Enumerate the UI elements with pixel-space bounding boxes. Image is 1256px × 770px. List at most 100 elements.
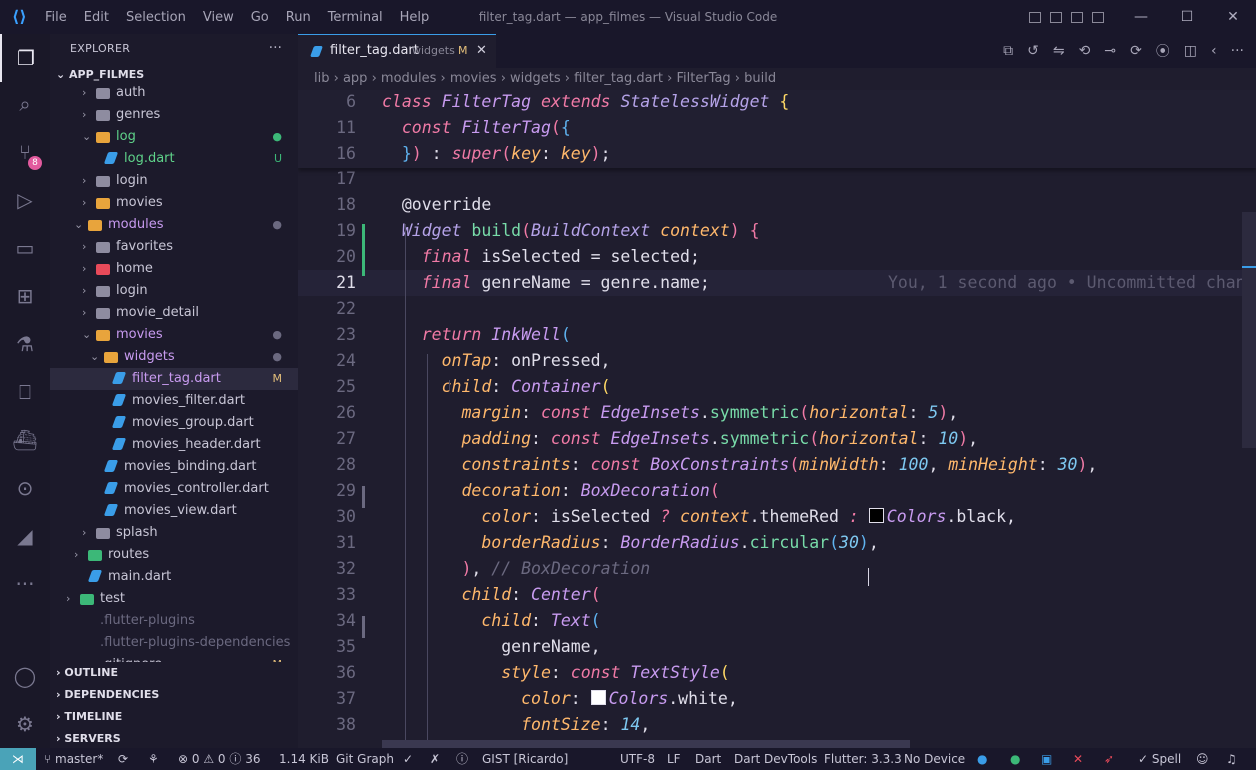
- tree-folder[interactable]: › home: [50, 258, 298, 280]
- tree-folder[interactable]: ⌄ modules ●: [50, 214, 298, 236]
- tree-file[interactable]: .flutter-plugins: [50, 610, 298, 632]
- code-line[interactable]: 25 child: Container(: [298, 374, 1256, 400]
- sync-icon[interactable]: ⟳: [118, 748, 128, 770]
- code-line[interactable]: 6 class FilterTag extends StatelessWidget…: [298, 90, 1256, 115]
- code-line[interactable]: 23 return InkWell(: [298, 322, 1256, 348]
- menu-go[interactable]: Go: [251, 10, 269, 25]
- testing-icon[interactable]: ⚗: [0, 320, 50, 368]
- flutter-outline-icon[interactable]: ⦿: [1156, 41, 1170, 61]
- code-line[interactable]: 31 borderRadius: BorderRadius.circular(3…: [298, 530, 1256, 556]
- code-line[interactable]: 27 padding: const EdgeInsets.symmetric(h…: [298, 426, 1256, 452]
- more-actions-icon[interactable]: ···: [1231, 43, 1244, 59]
- code-line[interactable]: 17: [298, 166, 1256, 192]
- breadcrumb-item[interactable]: widgets: [510, 71, 561, 86]
- code-line[interactable]: 38 fontSize: 14,: [298, 712, 1256, 738]
- compare-icon[interactable]: ⇋: [1053, 43, 1065, 59]
- tree-file[interactable]: movies_header.dart: [50, 434, 298, 456]
- source-control-icon[interactable]: ⑂ 8: [0, 128, 50, 176]
- menu-edit[interactable]: Edit: [84, 10, 109, 25]
- toggle-panel-icon[interactable]: [1050, 11, 1062, 23]
- code-line[interactable]: 26 margin: const EdgeInsets.symmetric(ho…: [298, 400, 1256, 426]
- tree-file[interactable]: log.dart U: [50, 148, 298, 170]
- breadcrumb-item[interactable]: build: [744, 71, 776, 86]
- panel-outline[interactable]: › OUTLINE: [50, 662, 298, 684]
- breadcrumb-item[interactable]: app: [343, 71, 367, 86]
- remote-indicator-icon[interactable]: ⋊: [0, 748, 36, 770]
- tree-folder[interactable]: › routes: [50, 544, 298, 566]
- customize-layout-icon[interactable]: [1092, 11, 1104, 23]
- tree-folder[interactable]: › login: [50, 280, 298, 302]
- tree-file[interactable]: movies_filter.dart: [50, 390, 298, 412]
- menu-run[interactable]: Run: [286, 10, 311, 25]
- minimize-button[interactable]: —: [1118, 9, 1164, 25]
- language-status[interactable]: Dart: [695, 748, 721, 770]
- open-changes-icon[interactable]: ⧉: [1003, 43, 1013, 59]
- code-line[interactable]: 34 child: Text(: [298, 608, 1256, 634]
- remote-explorer-icon[interactable]: ▭: [0, 224, 50, 272]
- terminal-icon[interactable]: ▣: [1041, 748, 1052, 770]
- code-editor[interactable]: 6 class FilterTag extends StatelessWidget…: [298, 90, 1256, 740]
- green-dot-icon[interactable]: ●: [1010, 748, 1020, 770]
- account-icon[interactable]: ◯: [0, 652, 50, 700]
- maximize-button[interactable]: ☐: [1164, 9, 1210, 25]
- toggle-secondary-sidebar-icon[interactable]: [1071, 11, 1083, 23]
- toggle-sidebar-icon[interactable]: [1029, 11, 1041, 23]
- code-line[interactable]: 36 style: const TextStyle(: [298, 660, 1256, 686]
- tree-file[interactable]: movies_controller.dart: [50, 478, 298, 500]
- notifications-bell-icon[interactable]: ♫: [1226, 748, 1237, 770]
- close-red-icon[interactable]: ✕: [1073, 748, 1083, 770]
- tab-filter-tag[interactable]: filter_tag.dart widgets M ✕: [298, 34, 496, 68]
- extensions-icon[interactable]: ⊞: [0, 272, 50, 320]
- breadcrumb-item[interactable]: movies: [450, 71, 497, 86]
- git-graph-button[interactable]: Git Graph: [336, 748, 394, 770]
- code-line[interactable]: 22: [298, 296, 1256, 322]
- device-status[interactable]: No Device: [904, 748, 965, 770]
- tree-file[interactable]: filter_tag.dart M: [50, 368, 298, 390]
- tree-file[interactable]: movies_group.dart: [50, 412, 298, 434]
- breadcrumb-item[interactable]: FilterTag: [676, 71, 730, 86]
- tab-close-icon[interactable]: ✕: [476, 35, 487, 67]
- code-line[interactable]: 24 onTap: onPressed,: [298, 348, 1256, 374]
- eol-status[interactable]: LF: [667, 748, 681, 770]
- horizontal-scrollbar[interactable]: [382, 740, 910, 748]
- split-editor-icon[interactable]: ◫: [1184, 43, 1197, 59]
- git-graph-icon[interactable]: ⊙: [0, 464, 50, 512]
- back-icon[interactable]: ⟲: [1079, 43, 1091, 59]
- tree-folder[interactable]: › auth: [50, 86, 298, 104]
- panel-timeline[interactable]: › TIMELINE: [50, 706, 298, 728]
- menu-selection[interactable]: Selection: [126, 10, 186, 25]
- search-icon[interactable]: ⌕: [0, 80, 50, 128]
- flutter-icon[interactable]: ◢: [0, 512, 50, 560]
- rocket-icon[interactable]: ➶: [1104, 748, 1114, 770]
- tree-file[interactable]: main.dart: [50, 566, 298, 588]
- code-line[interactable]: 35 genreName,: [298, 634, 1256, 660]
- tree-file[interactable]: movies_binding.dart: [50, 456, 298, 478]
- tree-file[interactable]: .gitignore M: [50, 654, 298, 662]
- branch-status[interactable]: ⑂ master*: [44, 748, 103, 770]
- settings-gear-icon[interactable]: ⚙: [0, 700, 50, 748]
- problems-status[interactable]: ⊗ 0 ⚠ 0 ⓘ 36: [178, 748, 260, 770]
- close-button[interactable]: ✕: [1210, 9, 1256, 25]
- tree-folder[interactable]: › movie_detail: [50, 302, 298, 324]
- breadcrumb-item[interactable]: filter_tag.dart: [574, 71, 663, 86]
- code-line[interactable]: 29 decoration: BoxDecoration(: [298, 478, 1256, 504]
- code-line[interactable]: 20 final isSelected = selected;: [298, 244, 1256, 270]
- code-line[interactable]: 16 }) : super(key: key);: [298, 141, 1256, 167]
- check-icon[interactable]: ✓: [403, 748, 413, 770]
- menu-help[interactable]: Help: [400, 10, 430, 25]
- menu-file[interactable]: File: [45, 10, 67, 25]
- vertical-scrollbar[interactable]: [1242, 212, 1256, 448]
- flutter-version[interactable]: Flutter: 3.3.3: [824, 748, 902, 770]
- x-icon[interactable]: ✗: [430, 748, 440, 770]
- code-line[interactable]: 18 @override: [298, 192, 1256, 218]
- git-icon[interactable]: ⚘: [148, 748, 159, 770]
- code-line[interactable]: 21 final genreName = genre.name; You, 1 s…: [298, 270, 1256, 296]
- code-line[interactable]: 32 ), // BoxDecoration: [298, 556, 1256, 582]
- feedback-icon[interactable]: ☺: [1196, 748, 1209, 770]
- tree-folder[interactable]: › login: [50, 170, 298, 192]
- code-line[interactable]: 30 color: isSelected ? context.themeRed …: [298, 504, 1256, 530]
- tree-folder[interactable]: › movies: [50, 192, 298, 214]
- chevron-left-icon[interactable]: ‹: [1211, 43, 1217, 59]
- tree-folder[interactable]: › splash: [50, 522, 298, 544]
- panel-servers[interactable]: › SERVERS: [50, 728, 298, 750]
